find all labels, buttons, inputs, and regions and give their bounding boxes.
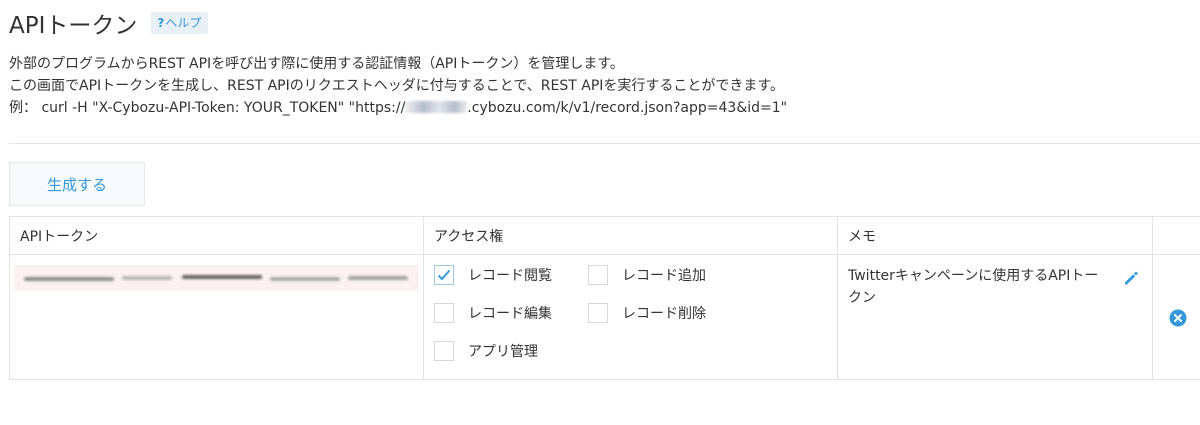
pencil-icon[interactable] [1122, 269, 1140, 287]
permission-label: レコード閲覧 [468, 268, 552, 284]
permission-record-edit[interactable]: レコード編集 [434, 303, 552, 323]
help-link[interactable]: ? ヘルプ [151, 12, 209, 34]
description-line-3: 例： curl -H "X-Cybozu-API-Token: YOUR_TOK… [9, 97, 787, 119]
permission-app-manage[interactable]: アプリ管理 [434, 341, 538, 361]
description-line-2: この画面でAPIトークンを生成し、REST APIのリクエストヘッダに付与するこ… [9, 78, 784, 94]
curl-example-suffix: .cybozu.com/k/v1/record.json?app=43&id=1… [467, 100, 788, 116]
column-header-access: アクセス権 [423, 216, 838, 255]
table-header-row: APIトークン アクセス権 メモ [9, 216, 1200, 255]
redacted-subdomain [405, 101, 468, 113]
token-cell [9, 254, 424, 380]
redacted-token-value [14, 265, 419, 291]
checkbox-record-add[interactable] [588, 265, 608, 285]
permission-label: レコード編集 [468, 306, 552, 322]
api-token-page: APIトークン ? ヘルプ 外部のプログラムからREST APIを呼び出す際に使… [0, 0, 1200, 425]
access-cell: レコード閲覧 レコード追加 レコード編集 レコード削除 アプリ管理 [423, 254, 838, 380]
column-header-memo: メモ [837, 216, 1153, 255]
help-question-icon: ? [157, 15, 165, 30]
checkbox-record-view[interactable] [434, 265, 454, 285]
table-row: レコード閲覧 レコード追加 レコード編集 レコード削除 アプリ管理 Twitte… [9, 254, 1200, 380]
title-row: APIトークン ? ヘルプ [9, 6, 209, 40]
permission-label: レコード追加 [622, 268, 706, 284]
curl-example-prefix: 例： curl -H "X-Cybozu-API-Token: YOUR_TOK… [9, 100, 406, 116]
memo-cell: Twitterキャンペーンに使用するAPIトークン [837, 254, 1153, 380]
api-token-table: APIトークン アクセス権 メモ レコード閲覧 レコード追加 レコード編集 レコ… [9, 216, 1200, 380]
permission-label: レコード削除 [622, 306, 706, 322]
checkbox-app-manage[interactable] [434, 341, 454, 361]
column-header-token: APIトークン [9, 216, 424, 255]
permission-record-delete[interactable]: レコード削除 [588, 303, 706, 323]
generate-button[interactable]: 生成する [9, 162, 145, 206]
checkbox-record-edit[interactable] [434, 303, 454, 323]
section-divider [9, 143, 1200, 144]
page-title: APIトークン [9, 13, 138, 39]
description-line-1: 外部のプログラムからREST APIを呼び出す際に使用する認証情報（APIトーク… [9, 56, 624, 72]
column-header-actions [1152, 216, 1200, 255]
permission-record-view[interactable]: レコード閲覧 [434, 265, 552, 285]
checkmark-icon [437, 269, 451, 281]
memo-text: Twitterキャンペーンに使用するAPIトークン [848, 268, 1099, 306]
actions-cell [1152, 254, 1200, 380]
help-label: ヘルプ [165, 16, 202, 30]
checkbox-record-delete[interactable] [588, 303, 608, 323]
close-circle-icon[interactable] [1169, 309, 1187, 327]
permission-label: アプリ管理 [468, 344, 538, 360]
description: 外部のプログラムからREST APIを呼び出す際に使用する認証情報（APIトーク… [9, 53, 787, 119]
permission-record-add[interactable]: レコード追加 [588, 265, 706, 285]
